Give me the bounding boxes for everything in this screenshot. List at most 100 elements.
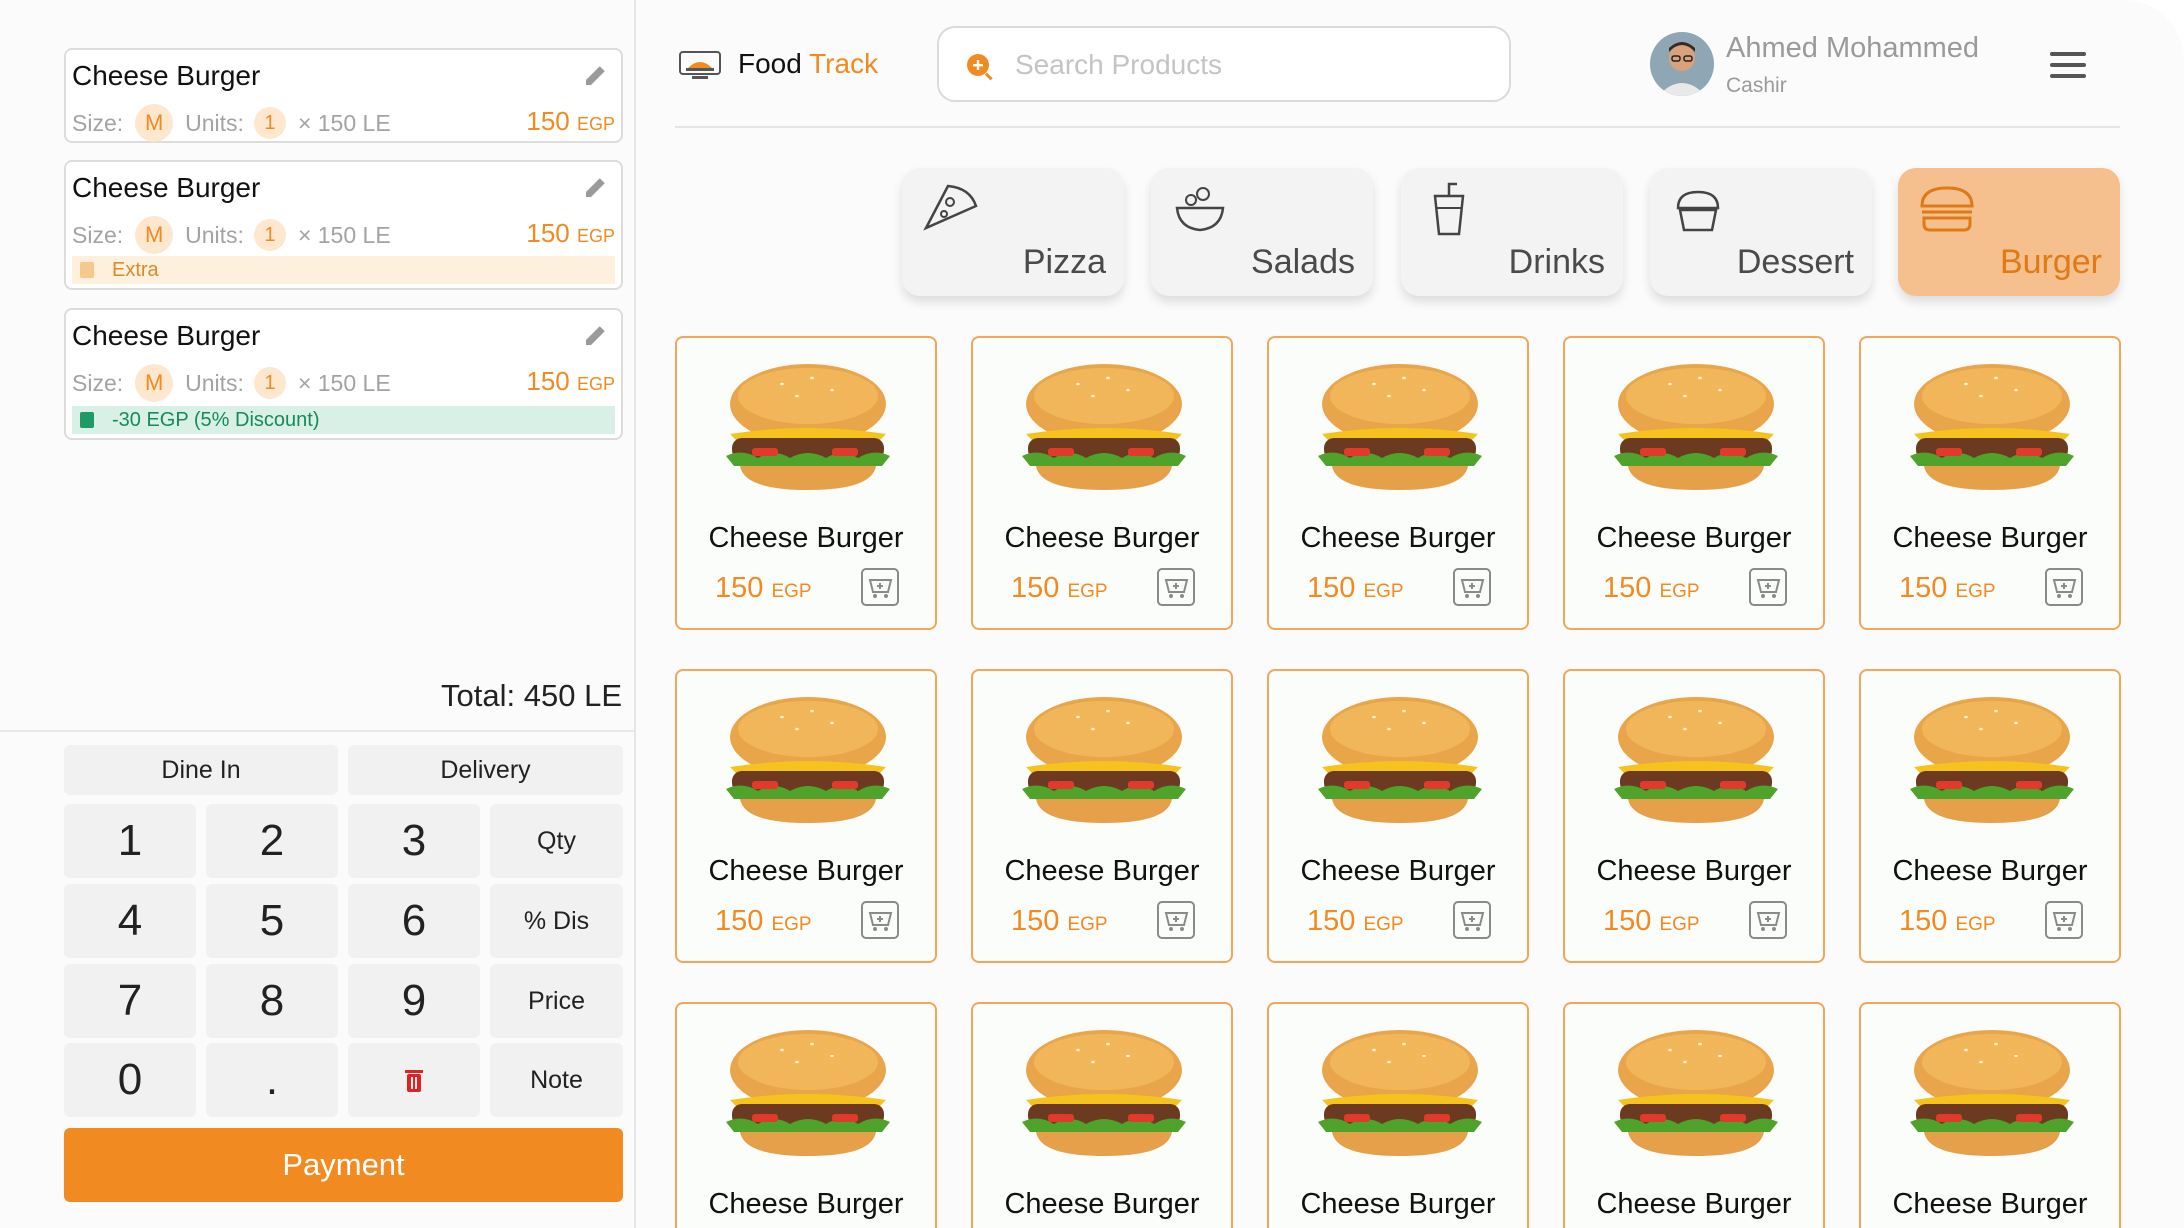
edit-icon[interactable]	[581, 172, 611, 202]
category-label: Drinks	[1508, 243, 1605, 281]
product-card[interactable]: Cheese Burger 150 EGP	[1563, 336, 1825, 630]
category-label: Dessert	[1736, 243, 1854, 281]
add-to-cart-button[interactable]	[1453, 568, 1491, 606]
key-2[interactable]: 2	[206, 804, 338, 878]
add-to-cart-button[interactable]	[2045, 568, 2083, 606]
category-burger[interactable]: Burger	[1898, 168, 2120, 296]
cart-icon	[1756, 579, 1781, 598]
product-name: Cheese Burger	[1892, 522, 2088, 554]
search-box[interactable]	[937, 26, 1511, 102]
key-6[interactable]: 6	[348, 884, 480, 958]
add-to-cart-button[interactable]	[1157, 901, 1195, 939]
order-item[interactable]: Cheese Burger Size: M Units: 1 × 150 LE …	[64, 48, 623, 143]
add-to-cart-button[interactable]	[861, 568, 899, 606]
burger-image	[1318, 364, 1482, 490]
hamburger-menu-icon[interactable]	[2050, 52, 2086, 78]
order-item-price: 150 EGP	[526, 106, 615, 136]
key-4[interactable]: 4	[64, 884, 196, 958]
product-card[interactable]: Cheese Burger	[1563, 1002, 1825, 1228]
product-price: 150 EGP	[715, 905, 812, 937]
order-item-meta: Size: M Units: 1 × 150 LE	[72, 104, 391, 142]
pizza-icon	[923, 184, 978, 231]
product-card[interactable]: Cheese Burger 150 EGP	[1563, 669, 1825, 963]
avatar[interactable]	[1650, 32, 1714, 96]
add-to-cart-button[interactable]	[1749, 568, 1787, 606]
burger-image	[1614, 697, 1778, 823]
order-item[interactable]: Cheese Burger Size: M Units: 1 × 150 LE …	[64, 160, 623, 290]
burger-image	[1318, 1030, 1482, 1156]
key-dot[interactable]: .	[206, 1043, 338, 1117]
category-label: Burger	[1999, 243, 2102, 281]
product-price: 150 EGP	[1011, 905, 1108, 937]
key-3[interactable]: 3	[348, 804, 480, 878]
category-salads[interactable]: Salads	[1151, 168, 1373, 296]
burger-image	[1318, 697, 1482, 823]
edit-icon[interactable]	[581, 60, 611, 90]
order-total: Total: 450 LE	[441, 678, 622, 713]
product-name: Cheese Burger	[1596, 1188, 1792, 1220]
category-drinks[interactable]: Drinks	[1401, 168, 1623, 296]
units-label: Units:	[185, 109, 244, 136]
order-item-meta: Size: M Units: 1 × 150 LE	[72, 216, 391, 254]
delete-button[interactable]	[348, 1043, 480, 1117]
app-window: Cheese Burger Size: M Units: 1 × 150 LE …	[0, 0, 2184, 1228]
unit-price: × 150 LE	[297, 109, 391, 136]
cart-icon	[1164, 579, 1189, 598]
dessert-icon	[1676, 190, 1720, 232]
price-button[interactable]: Price	[490, 964, 623, 1038]
note-button[interactable]: Note	[490, 1043, 623, 1117]
product-card[interactable]: Cheese Burger 150 EGP	[1267, 336, 1529, 630]
units-badge[interactable]: 1	[253, 107, 286, 139]
salad-icon	[1175, 187, 1225, 232]
order-item-meta: Size: M Units: 1 × 150 LE	[72, 364, 391, 402]
search-input[interactable]	[1015, 44, 1485, 86]
category-pizza[interactable]: Pizza	[902, 168, 1124, 296]
qty-button[interactable]: Qty	[490, 804, 623, 878]
product-card[interactable]: Cheese Burger	[675, 1002, 937, 1228]
delivery-button[interactable]: Delivery	[348, 745, 623, 795]
product-price: 150 EGP	[1603, 905, 1700, 937]
units-badge[interactable]: 1	[253, 219, 286, 251]
product-card[interactable]: Cheese Burger 150 EGP	[675, 336, 937, 630]
product-card[interactable]: Cheese Burger 150 EGP	[1267, 669, 1529, 963]
discount-button[interactable]: % Dis	[490, 884, 623, 958]
key-9[interactable]: 9	[348, 964, 480, 1038]
add-to-cart-button[interactable]	[1453, 901, 1491, 939]
units-badge[interactable]: 1	[253, 367, 286, 399]
cart-icon	[1460, 912, 1485, 931]
payment-button[interactable]: Payment	[64, 1128, 623, 1202]
product-card[interactable]: Cheese Burger	[971, 1002, 1233, 1228]
product-card[interactable]: Cheese Burger 150 EGP	[675, 669, 937, 963]
cart-icon	[868, 912, 893, 931]
product-card[interactable]: Cheese Burger	[1267, 1002, 1529, 1228]
cart-icon	[1164, 912, 1189, 931]
unit-price: × 150 LE	[297, 221, 391, 248]
order-item[interactable]: Cheese Burger Size: M Units: 1 × 150 LE …	[64, 308, 623, 440]
size-badge[interactable]: M	[135, 104, 174, 142]
size-badge[interactable]: M	[135, 364, 174, 402]
size-badge[interactable]: M	[135, 216, 174, 254]
product-card[interactable]: Cheese Burger 150 EGP	[1859, 336, 2121, 630]
product-card[interactable]: Cheese Burger 150 EGP	[971, 669, 1233, 963]
add-to-cart-button[interactable]	[1157, 568, 1195, 606]
edit-icon[interactable]	[581, 320, 611, 350]
dine-in-button[interactable]: Dine In	[64, 745, 338, 795]
key-5[interactable]: 5	[206, 884, 338, 958]
key-0[interactable]: 0	[64, 1043, 196, 1117]
burger-image	[1022, 697, 1186, 823]
product-name: Cheese Burger	[708, 855, 904, 887]
key-8[interactable]: 8	[206, 964, 338, 1038]
add-to-cart-button[interactable]	[1749, 901, 1787, 939]
product-name: Cheese Burger	[1004, 855, 1200, 887]
add-to-cart-button[interactable]	[861, 901, 899, 939]
key-7[interactable]: 7	[64, 964, 196, 1038]
product-name: Cheese Burger	[708, 522, 904, 554]
category-dessert[interactable]: Dessert	[1650, 168, 1872, 296]
cart-icon	[2052, 912, 2077, 931]
product-card[interactable]: Cheese Burger 150 EGP	[971, 336, 1233, 630]
product-card[interactable]: Cheese Burger 150 EGP	[1859, 669, 2121, 963]
extra-tag-label: Extra	[112, 258, 159, 281]
add-to-cart-button[interactable]	[2045, 901, 2083, 939]
key-1[interactable]: 1	[64, 804, 196, 878]
product-card[interactable]: Cheese Burger	[1859, 1002, 2121, 1228]
